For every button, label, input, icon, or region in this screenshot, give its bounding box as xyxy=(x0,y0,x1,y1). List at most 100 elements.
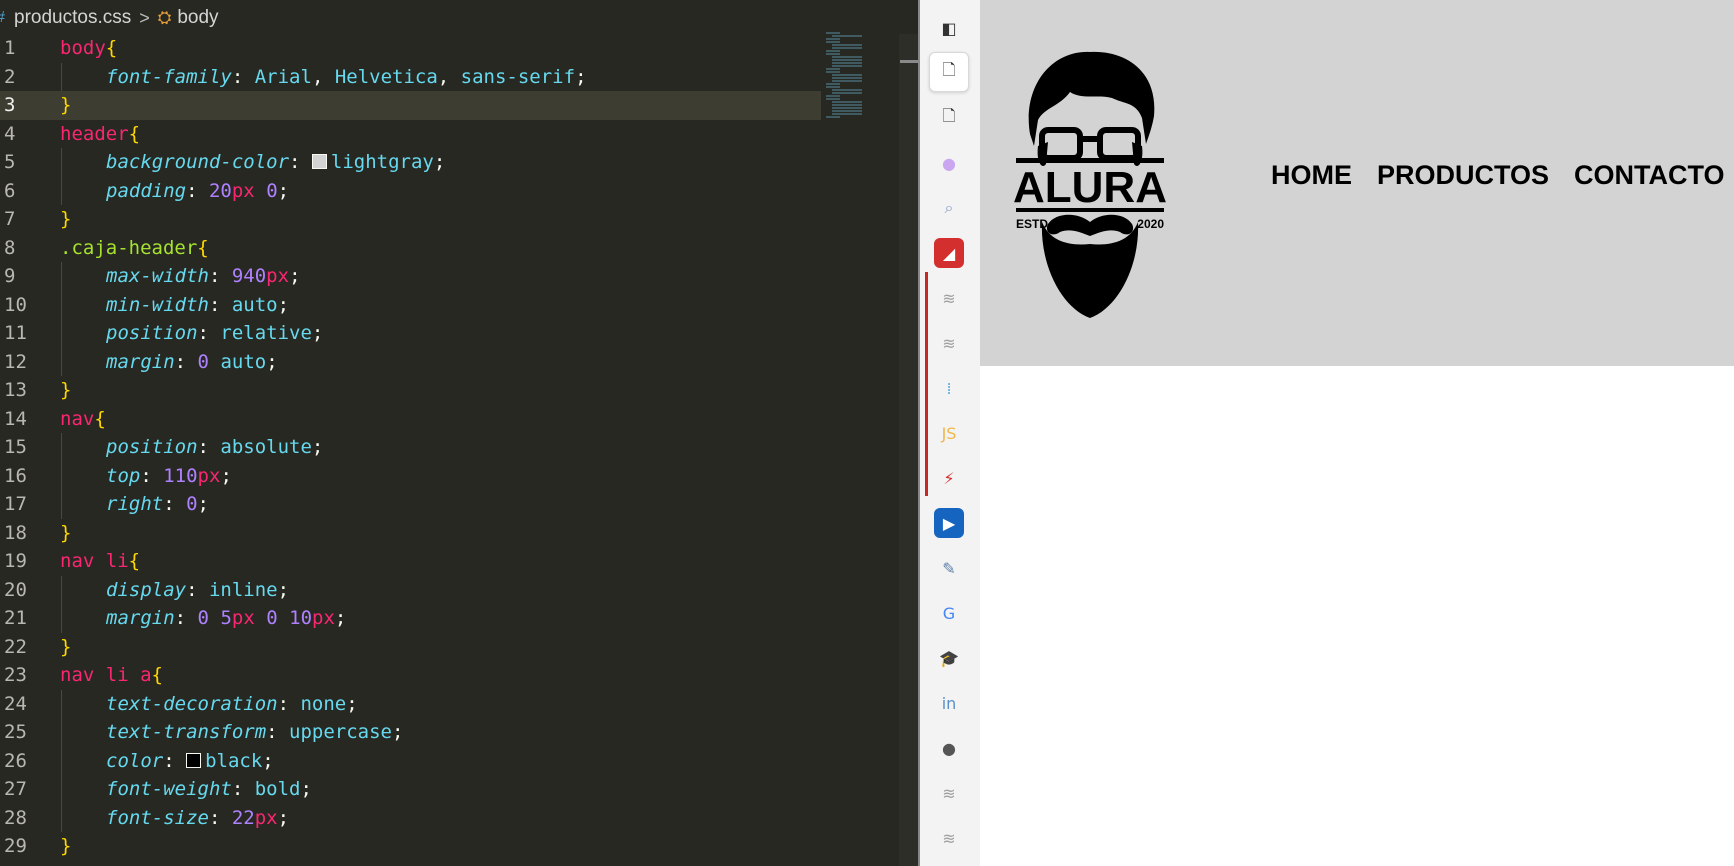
layout-toggle-icon[interactable]: ◧ xyxy=(934,13,964,43)
code-line[interactable]: 2 font-family: Arial, Helvetica, sans-ser… xyxy=(0,62,918,91)
line-number: 19 xyxy=(4,550,27,572)
css-file-icon: # xyxy=(0,9,8,27)
breadcrumb-file[interactable]: productos.css xyxy=(14,7,131,29)
editor-scrollbar[interactable] xyxy=(899,34,918,866)
code-text: } xyxy=(60,633,71,662)
github-icon[interactable]: ● xyxy=(934,733,964,763)
sidebar-group-indicator xyxy=(925,272,928,496)
code-line[interactable]: 23 nav li a{ xyxy=(0,661,918,690)
file-outline-icon[interactable]: 🗋 xyxy=(934,103,964,133)
color-swatch[interactable] xyxy=(311,154,327,169)
code-line[interactable]: 15 position: absolute; xyxy=(0,433,918,462)
minimap-line xyxy=(832,56,862,58)
code-line[interactable]: 14 nav{ xyxy=(0,405,918,434)
search-icon[interactable]: ⌕ xyxy=(934,193,964,223)
nav-link-home[interactable]: Home xyxy=(1271,160,1352,191)
code-line[interactable]: 28 font-size: 22px; xyxy=(0,803,918,832)
education-icon[interactable]: 🎓 xyxy=(934,643,964,673)
line-number: 12 xyxy=(4,350,27,373)
scrollbar-thumb[interactable] xyxy=(900,60,918,63)
code-line[interactable]: 1 body{ xyxy=(0,34,918,63)
code-line[interactable]: 13} xyxy=(0,376,918,405)
code-token: ; xyxy=(433,151,446,173)
nav-link-contacto[interactable]: Contacto xyxy=(1574,160,1725,191)
code-token: 110 xyxy=(163,464,198,487)
indent-guide xyxy=(61,290,62,319)
code-line[interactable]: 22} xyxy=(0,633,918,662)
google-icon[interactable]: G xyxy=(934,598,964,628)
minimap[interactable] xyxy=(826,32,878,118)
code-token: font-size xyxy=(106,806,209,829)
code-line[interactable]: 8 .caja-header{ xyxy=(0,234,918,263)
code-line[interactable]: 17 right: 0; xyxy=(0,490,918,519)
code-line[interactable]: 4 header{ xyxy=(0,120,918,149)
code-editor[interactable]: # productos.css > ⛭ body 1body{2font-fam… xyxy=(0,0,918,866)
code-line[interactable]: 27 font-weight: bold; xyxy=(0,775,918,804)
code-line[interactable]: 19 nav li{ xyxy=(0,547,918,576)
code-line[interactable]: 5 background-color: lightgray; xyxy=(0,148,918,177)
aws-icon-4[interactable]: ≋ xyxy=(934,823,964,853)
code-line[interactable]: 9 max-width: 940px; xyxy=(0,262,918,291)
code-line[interactable]: 16 top: 110px; xyxy=(0,461,918,491)
code-token: : xyxy=(163,493,187,515)
linkedin-icon[interactable]: in xyxy=(934,688,964,718)
file-icon[interactable]: 🗋 xyxy=(929,52,969,92)
code-token: nav li a xyxy=(60,664,152,686)
code-line[interactable]: 21 margin: 0 5px 0 10px; xyxy=(0,604,918,633)
indent-guide xyxy=(61,62,62,91)
code-token: ; xyxy=(334,607,347,629)
code-line[interactable]: 18} xyxy=(0,519,918,548)
notes-icon[interactable]: ✎ xyxy=(934,553,964,583)
code-token: ; xyxy=(311,436,324,458)
javascript-icon[interactable]: JS xyxy=(934,418,964,448)
indent-guide xyxy=(61,746,62,775)
minimap-line xyxy=(832,47,862,49)
minimap-line xyxy=(832,107,862,109)
aws-icon-2[interactable]: ≋ xyxy=(934,328,964,358)
code-token: { xyxy=(94,407,106,430)
code-token: : xyxy=(289,151,312,173)
nav-link-productos[interactable]: Productos xyxy=(1377,160,1549,191)
code-token: header xyxy=(60,122,129,145)
red-app-icon[interactable]: ◢ xyxy=(934,238,964,268)
tower-icon[interactable]: ⚡ xyxy=(934,463,964,493)
code-token: nav li xyxy=(60,550,129,572)
browser-preview: ALURA ESTD 2020 Home Productos Contacto xyxy=(980,0,1734,866)
minimap-line xyxy=(826,71,840,73)
code-line[interactable]: 12 margin: 0 auto; xyxy=(0,347,918,377)
breadcrumb-symbol[interactable]: body xyxy=(177,7,218,29)
code-line[interactable]: 24 text-decoration: none; xyxy=(0,689,918,718)
alura-logo[interactable]: ALURA ESTD 2020 xyxy=(1012,46,1168,320)
code-line[interactable]: 26 color: black; xyxy=(0,746,918,775)
code-token: 0 xyxy=(266,179,278,202)
cisco-icon[interactable]: ⁞ xyxy=(934,373,964,403)
code-text: top: 110px; xyxy=(106,462,232,491)
code-line[interactable]: 3} xyxy=(0,91,821,120)
play-app-icon[interactable]: ▶ xyxy=(934,508,964,538)
code-line[interactable]: 7} xyxy=(0,205,918,234)
site-nav: Home Productos Contacto xyxy=(1271,160,1725,191)
code-token: : xyxy=(186,179,209,202)
code-token: } xyxy=(60,208,72,230)
code-token: ; xyxy=(289,265,301,287)
code-token: px xyxy=(231,179,255,202)
color-swatch[interactable] xyxy=(186,752,202,768)
code-line[interactable]: 25 text-transform: uppercase; xyxy=(0,718,918,747)
code-line[interactable]: 6 padding: 20px 0; xyxy=(0,176,918,205)
code-line[interactable]: 11 position: relative; xyxy=(0,319,918,348)
code-text: position: relative; xyxy=(106,319,323,348)
extension-purple-icon[interactable]: ● xyxy=(934,148,964,178)
aws-icon-3[interactable]: ≋ xyxy=(934,778,964,808)
code-token: ; xyxy=(311,322,324,344)
code-token: text-transform xyxy=(106,721,267,743)
aws-icon-1[interactable]: ≋ xyxy=(934,283,964,313)
logo-year-text: 2020 xyxy=(1137,217,1164,231)
code-token: ; xyxy=(197,493,209,515)
code-line[interactable]: 29} xyxy=(0,832,918,861)
code-lines[interactable]: 1 body{2 font-family: Arial, Helvetica, sa… xyxy=(0,34,918,861)
minimap-line xyxy=(832,89,862,91)
code-line[interactable]: 20 display: inline; xyxy=(0,575,918,604)
code-token: ; xyxy=(266,350,278,373)
code-text: margin: 0 auto; xyxy=(106,348,278,377)
code-line[interactable]: 10 min-width: auto; xyxy=(0,290,918,319)
